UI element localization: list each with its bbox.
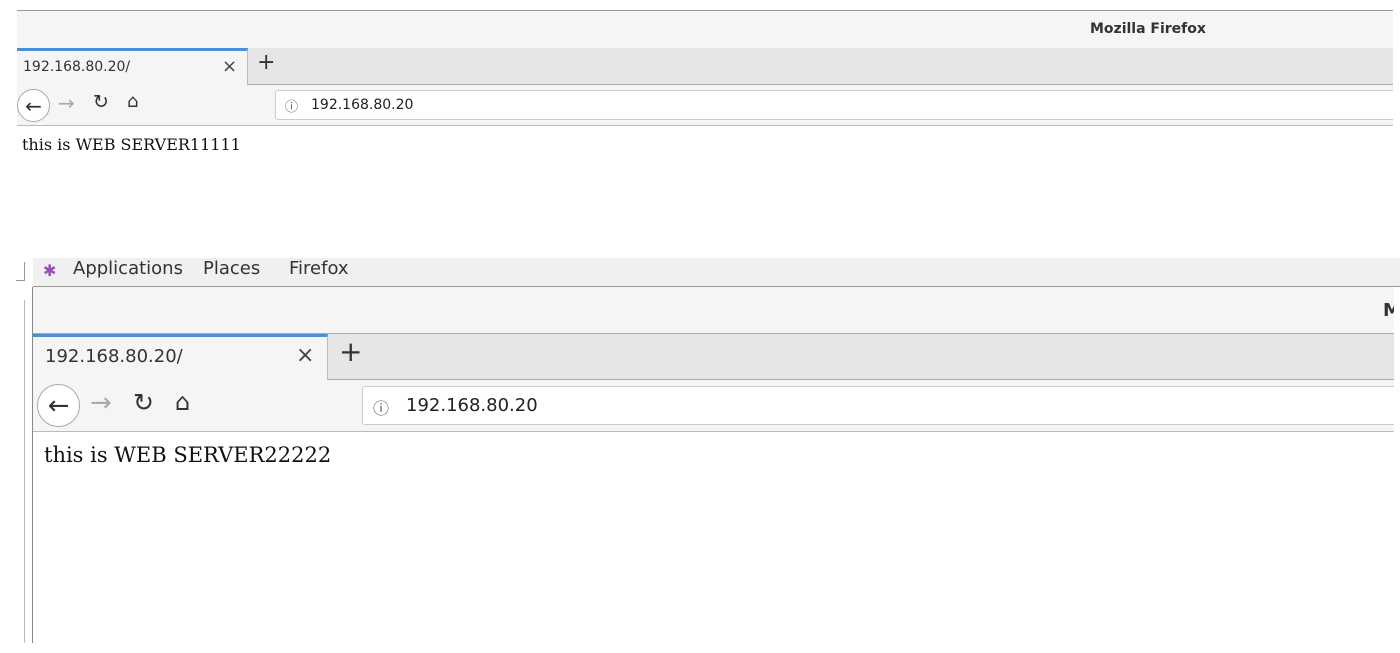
- back-button[interactable]: ←: [17, 89, 50, 122]
- reload-icon[interactable]: ↻: [133, 388, 154, 417]
- desktop-edge: [16, 262, 25, 281]
- desktop-menu-bar: ✱ Applications Places Firefox: [33, 258, 1400, 287]
- title-bar: M: [33, 287, 1394, 334]
- page-content: this is WEB SERVER22222: [33, 433, 1394, 643]
- new-tab-button[interactable]: +: [257, 50, 275, 75]
- url-bar[interactable]: ⓘ 192.168.80.20: [362, 386, 1394, 425]
- home-icon[interactable]: ⌂: [127, 91, 138, 112]
- window-title: M: [1383, 300, 1394, 321]
- window-title: Mozilla Firefox: [1090, 21, 1206, 37]
- desktop-edge-line: [24, 300, 25, 643]
- back-arrow-icon: ←: [25, 93, 42, 118]
- page-content: this is WEB SERVER11111: [17, 127, 1393, 170]
- tab-bar: 192.168.80.20/ × +: [17, 48, 1393, 85]
- menu-firefox[interactable]: Firefox: [289, 258, 349, 279]
- applications-icon: ✱: [43, 261, 57, 280]
- tab-title: 192.168.80.20/: [23, 59, 131, 75]
- info-icon[interactable]: ⓘ: [285, 96, 298, 115]
- url-bar[interactable]: ⓘ 192.168.80.20: [275, 90, 1393, 120]
- top-browser-window: Mozilla Firefox 192.168.80.20/ × + ← → ↻…: [17, 10, 1393, 170]
- home-icon[interactable]: ⌂: [175, 388, 190, 416]
- tab-active[interactable]: 192.168.80.20/ ×: [33, 334, 328, 380]
- page-text: this is WEB SERVER22222: [44, 443, 332, 467]
- page-text: this is WEB SERVER11111: [22, 135, 241, 154]
- back-button[interactable]: ←: [37, 384, 80, 427]
- back-arrow-icon: ←: [47, 390, 70, 421]
- menu-applications[interactable]: Applications: [73, 258, 183, 279]
- tab-active[interactable]: 192.168.80.20/ ×: [17, 48, 248, 85]
- forward-arrow-icon[interactable]: →: [58, 91, 75, 115]
- tab-title: 192.168.80.20/: [45, 346, 183, 367]
- reload-icon[interactable]: ↻: [93, 91, 109, 113]
- nav-bar: ← → ↻ ⌂ ⓘ 192.168.80.20: [17, 85, 1393, 126]
- url-text: 192.168.80.20: [406, 395, 538, 416]
- url-text: 192.168.80.20: [311, 97, 414, 113]
- title-bar: Mozilla Firefox: [17, 10, 1393, 49]
- bottom-browser-window: M 192.168.80.20/ × + ← → ↻ ⌂ ⓘ 192.168.8…: [32, 287, 1394, 643]
- close-tab-icon[interactable]: ×: [296, 343, 314, 368]
- forward-arrow-icon[interactable]: →: [90, 388, 112, 418]
- menu-places[interactable]: Places: [203, 258, 260, 279]
- new-tab-button[interactable]: +: [339, 335, 362, 368]
- nav-bar: ← → ↻ ⌂ ⓘ 192.168.80.20: [33, 380, 1394, 432]
- close-tab-icon[interactable]: ×: [222, 56, 237, 77]
- info-icon[interactable]: ⓘ: [373, 395, 389, 419]
- tab-bar: 192.168.80.20/ × +: [33, 334, 1394, 380]
